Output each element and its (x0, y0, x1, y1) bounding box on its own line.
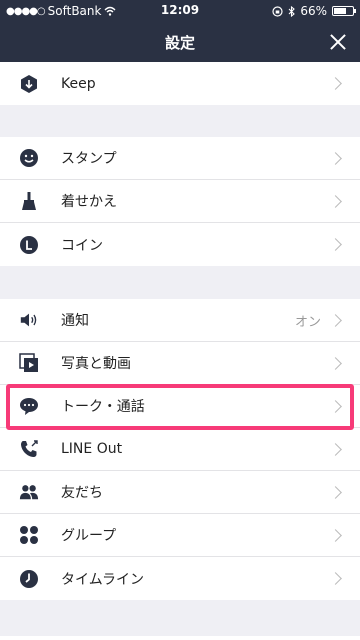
settings-item-keep[interactable]: Keep (0, 62, 360, 105)
settings-item-groups[interactable]: グループ (0, 514, 360, 557)
chevron-right-icon (329, 77, 342, 90)
settings-item-timeline[interactable]: タイムライン (0, 557, 360, 600)
close-button[interactable] (324, 28, 352, 56)
settings-item-label: 着せかえ (61, 194, 117, 210)
settings-item-label: 通知 (61, 313, 89, 329)
bluetooth-icon (288, 5, 296, 17)
keep-icon (19, 74, 39, 94)
settings-section-1: Keep (0, 62, 360, 105)
chevron-right-icon (329, 313, 342, 327)
settings-item-stickers[interactable]: スタンプ (0, 137, 360, 180)
settings-section-3: 通知 オン 写真と動画 トーク・通話 LINE Out 友だち グループ タイム… (0, 299, 360, 600)
rotation-lock-icon (272, 5, 283, 17)
settings-item-label: コイン (61, 237, 103, 254)
settings-section-2: スタンプ 着せかえ コイン (0, 137, 360, 266)
chevron-right-icon (329, 238, 342, 251)
groups-icon (19, 525, 39, 545)
settings-section-4 (0, 636, 360, 640)
settings-item-label: 友だち (61, 485, 103, 501)
speaker-icon (19, 310, 39, 330)
chevron-right-icon (329, 528, 342, 542)
friends-icon (19, 482, 39, 502)
chat-bubble-icon (19, 396, 39, 416)
sticker-icon (19, 148, 39, 168)
settings-item-label: Keep (61, 75, 96, 92)
photo-video-icon (19, 353, 39, 373)
coin-icon (19, 235, 39, 255)
settings-item-label: LINE Out (61, 441, 123, 457)
settings-item-line-out[interactable]: LINE Out (0, 428, 360, 471)
chevron-right-icon (329, 356, 342, 370)
settings-item-label: スタンプ (61, 151, 117, 167)
battery-icon (332, 6, 356, 16)
settings-item-label: 写真と動画 (61, 356, 131, 372)
settings-item-notifications[interactable]: 通知 オン (0, 299, 360, 342)
notification-status-value: オン (294, 314, 321, 330)
page-title: 設定 (164, 34, 195, 52)
chevron-right-icon (329, 442, 342, 456)
settings-item-themes[interactable]: 着せかえ (0, 180, 360, 223)
settings-item-label: トーク・通話 (61, 399, 145, 415)
timeline-clock-icon (19, 569, 39, 589)
settings-item-label: タイムライン (61, 571, 145, 588)
chevron-right-icon (329, 572, 342, 585)
settings-item-friends[interactable]: 友だち (0, 471, 360, 514)
status-bar: ●●●●○ SoftBank 12:09 66% (0, 0, 360, 22)
line-out-phone-icon (19, 439, 39, 459)
settings-item-label: グループ (61, 528, 117, 544)
settings-item-chats-calls[interactable]: トーク・通話 (0, 385, 360, 428)
battery-percent: 66% (300, 4, 327, 18)
theme-brush-icon (19, 191, 39, 211)
chevron-right-icon (329, 151, 342, 165)
settings-item-coins[interactable]: コイン (0, 223, 360, 266)
nav-bar: 設定 (0, 22, 360, 62)
chevron-right-icon (329, 399, 342, 413)
chevron-right-icon (329, 194, 342, 208)
chevron-right-icon (329, 485, 342, 499)
settings-item-photos-videos[interactable]: 写真と動画 (0, 342, 360, 385)
